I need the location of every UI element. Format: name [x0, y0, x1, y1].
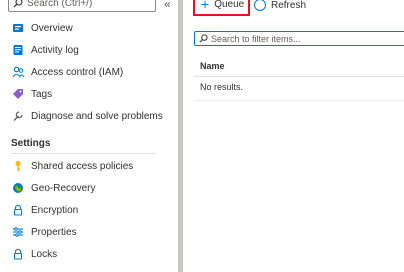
sidebar-item-label: Activity log — [31, 44, 79, 56]
properties-icon — [11, 225, 25, 239]
refresh-icon — [254, 0, 266, 11]
filter-items-input[interactable]: Search to filter items... — [194, 31, 404, 46]
resource-menu: Search (Ctrl+/) Overview Activity log Ac… — [0, 0, 166, 272]
menu-search-placeholder: Search (Ctrl+/) — [27, 0, 93, 9]
sidebar-item-label: Overview — [31, 22, 73, 34]
lock-icon — [11, 247, 25, 261]
overview-icon — [11, 21, 25, 35]
portal-frame: Search (Ctrl+/) Overview Activity log Ac… — [0, 0, 404, 272]
plus-icon: + — [201, 0, 210, 12]
sidebar-item-label: Properties — [31, 226, 77, 238]
row-divider — [194, 100, 404, 101]
sidebar-item-overview[interactable]: Overview — [0, 17, 166, 39]
sidebar-item-label: Encryption — [31, 204, 79, 216]
empty-results-text: No results. — [200, 82, 244, 92]
sidebar-item-properties[interactable]: Properties — [0, 221, 166, 243]
sidebar-item-label: Tags — [31, 88, 53, 100]
tag-icon — [11, 87, 25, 101]
search-icon — [13, 0, 23, 13]
sidebar-item-shared-access-policies[interactable]: Shared access policies — [0, 155, 166, 177]
sidebar-item-activity-log[interactable]: Activity log — [0, 39, 166, 61]
sidebar-item-geo-recovery[interactable]: Geo-Recovery — [0, 177, 166, 199]
sidebar-item-label: Access control (IAM) — [31, 66, 124, 78]
sidebar-item-label: Diagnose and solve problems — [31, 110, 163, 122]
sidebar-item-label: Shared access policies — [31, 160, 134, 172]
people-icon — [11, 65, 25, 79]
add-queue-label: Queue — [214, 0, 245, 10]
refresh-label: Refresh — [271, 0, 307, 11]
menu-scrollbar[interactable] — [178, 0, 183, 272]
sidebar-item-diagnose[interactable]: Diagnose and solve problems — [0, 105, 166, 127]
column-header-name[interactable]: Name — [200, 61, 225, 71]
menu-search-input[interactable]: Search (Ctrl+/) — [8, 0, 156, 12]
queues-blade: + Queue Refresh Search to filter items..… — [187, 0, 404, 272]
sidebar-item-label: Geo-Recovery — [31, 182, 96, 194]
sidebar-item-label: Locks — [31, 248, 58, 260]
section-divider — [11, 153, 156, 154]
lock-icon — [11, 203, 25, 217]
sidebar-item-tags[interactable]: Tags — [0, 83, 166, 105]
add-queue-button[interactable]: + Queue — [193, 0, 250, 16]
settings-section-header: Settings — [11, 138, 51, 149]
activity-log-icon — [11, 43, 25, 57]
filter-placeholder: Search to filter items... — [211, 33, 301, 44]
sidebar-item-access-control[interactable]: Access control (IAM) — [0, 61, 166, 83]
wrench-icon — [11, 109, 25, 123]
globe-icon — [11, 181, 25, 195]
refresh-button[interactable]: Refresh — [254, 0, 306, 16]
sidebar-item-locks[interactable]: Locks — [0, 243, 166, 265]
collapse-menu-button[interactable]: « — [164, 0, 171, 11]
key-icon — [11, 159, 25, 173]
header-divider — [194, 76, 404, 77]
sidebar-item-encryption[interactable]: Encryption — [0, 199, 166, 221]
search-icon — [199, 30, 208, 48]
